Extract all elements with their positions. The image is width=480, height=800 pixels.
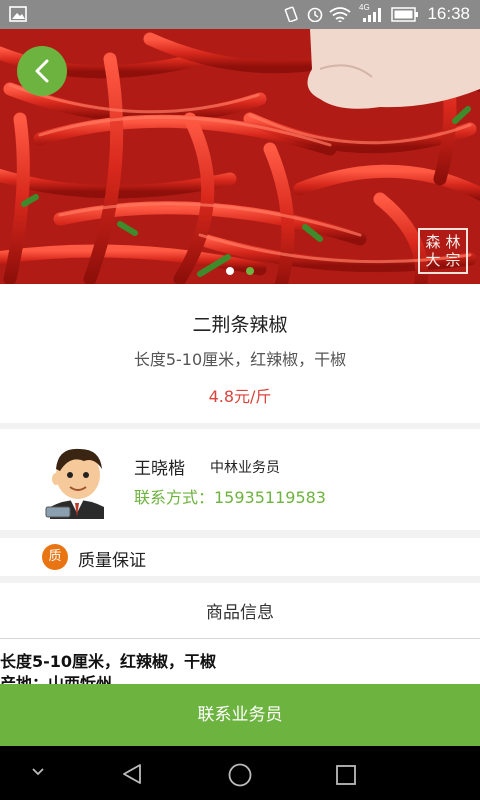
agent-avatar — [45, 448, 104, 519]
brand-stamp-logo: 森林 大宗 — [418, 228, 468, 274]
product-info-line-1: 长度5-10厘米，红辣椒，干椒 — [0, 652, 217, 671]
back-button[interactable] — [17, 46, 67, 96]
product-card: 二荆条辣椒 长度5-10厘米，红辣椒，干椒 4.8元/斤 — [0, 284, 480, 423]
vibrate-icon — [284, 6, 298, 22]
system-nav-bar — [0, 746, 480, 800]
contact-agent-button[interactable]: 联系业务员 — [0, 684, 480, 746]
recents-icon[interactable] — [335, 764, 357, 786]
back-icon[interactable] — [120, 762, 144, 786]
quality-guarantee-row: 质 质量保证 — [0, 538, 480, 576]
product-image-carousel[interactable]: 森林 大宗 — [0, 29, 480, 284]
status-time: 16:38 — [427, 4, 470, 23]
agent-name: 王晓楷 — [134, 459, 185, 479]
product-description: 长度5-10厘米，红辣椒，干椒 — [133, 350, 347, 369]
sales-agent-card[interactable]: 王晓楷 中林业务员 联系方式：15935119583 — [0, 429, 480, 530]
home-icon[interactable] — [227, 762, 253, 788]
quality-badge-icon: 质 — [42, 544, 68, 570]
chili-peppers-image — [0, 29, 480, 284]
chevron-left-icon — [35, 59, 49, 83]
carousel-dot-1[interactable] — [226, 267, 234, 275]
image-icon — [9, 6, 27, 22]
signal-icon — [363, 8, 381, 22]
product-info-heading: 商品信息 — [206, 603, 274, 623]
agent-role: 中林业务员 — [210, 460, 280, 476]
product-price: 4.8元/斤 — [208, 387, 272, 406]
quality-guarantee-label: 质量保证 — [78, 551, 146, 571]
status-bar: 4G 16:38 — [0, 0, 480, 29]
carousel-dot-2[interactable] — [246, 267, 254, 275]
alarm-icon — [307, 7, 323, 22]
divider — [0, 638, 480, 639]
battery-icon — [391, 7, 418, 22]
product-info-section: 商品信息 长度5-10厘米，红辣椒，干椒 产地：山西忻州 — [0, 583, 480, 684]
agent-contact-phone[interactable]: 联系方式：15935119583 — [134, 484, 326, 508]
product-info-line-2: 产地：山西忻州 — [0, 674, 113, 684]
chevron-down-icon[interactable] — [30, 766, 46, 778]
product-name: 二荆条辣椒 — [192, 314, 288, 336]
wifi-icon — [329, 7, 351, 22]
